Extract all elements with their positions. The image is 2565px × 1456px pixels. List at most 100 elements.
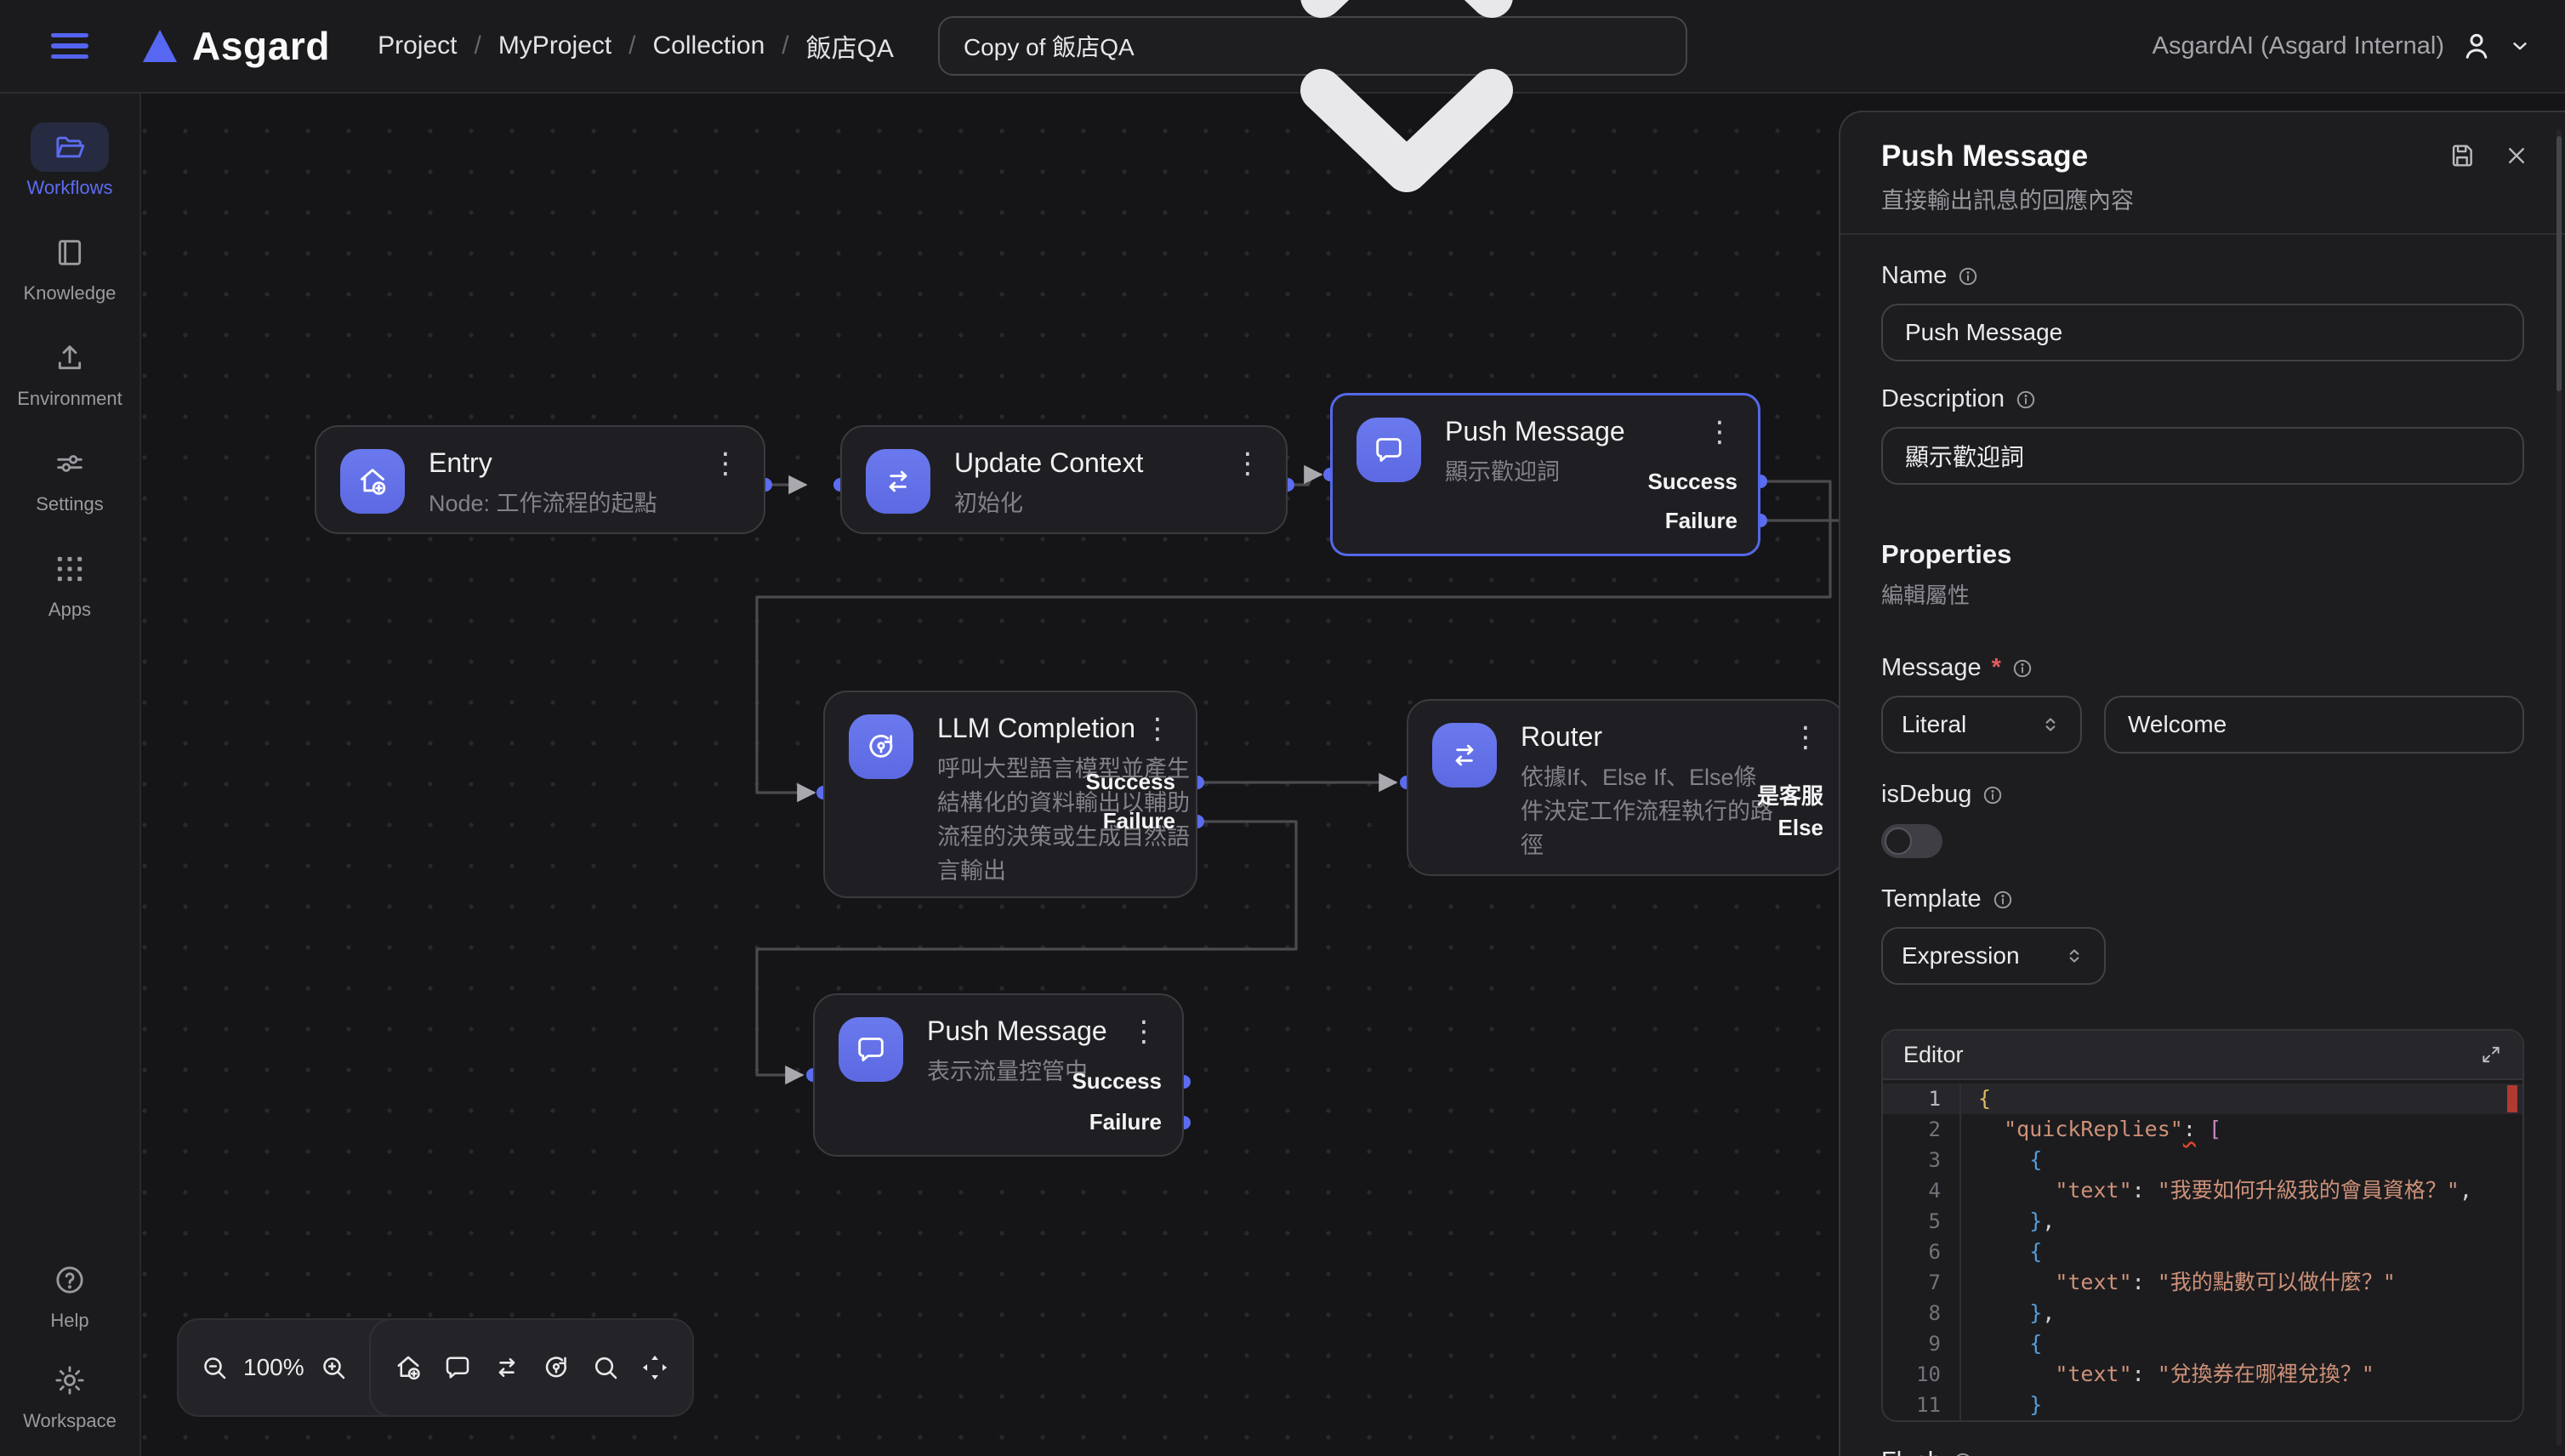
output-label: Else xyxy=(1778,815,1824,841)
select-chevrons-icon xyxy=(1152,0,1662,304)
node-push-message-welcome[interactable]: Push Message 顯示歡迎詞 ⋮ Success Failure xyxy=(1330,393,1760,556)
node-description: 依據If、Else If、Else條件決定工作流程執行的路徑 xyxy=(1521,760,1776,862)
node-router[interactable]: Router依據If、Else If、Else條件決定工作流程執行的路徑⋮是客服… xyxy=(1407,699,1846,876)
sidebar-item-environment[interactable]: Environment xyxy=(17,333,122,410)
sidebar-item-label: Workspace xyxy=(23,1410,117,1432)
sidebar-item-settings[interactable]: Settings xyxy=(17,439,122,515)
menu-icon[interactable] xyxy=(51,33,88,59)
node-update-context[interactable]: Update Context 初始化 ⋮ xyxy=(840,425,1288,534)
isdebug-label: isDebug xyxy=(1881,781,2524,809)
palette-move-icon[interactable] xyxy=(640,1352,670,1383)
sidebar-item-workspace[interactable]: Workspace xyxy=(23,1356,117,1432)
line-number: 6 xyxy=(1883,1237,1959,1267)
output-label: Success xyxy=(1647,469,1737,495)
properties-subtitle: 編輯屬性 xyxy=(1881,578,2524,610)
zoom-out-icon[interactable] xyxy=(199,1352,230,1383)
sidebar-item-apps[interactable]: Apps xyxy=(17,544,122,621)
brand-name: Asgard xyxy=(192,23,330,69)
message-label: Message * xyxy=(1881,654,2524,682)
error-marker xyxy=(2507,1085,2517,1112)
sidebar-item-help[interactable]: Help xyxy=(31,1255,109,1332)
node-entry[interactable]: EntryNode: 工作流程的起點⋮ xyxy=(315,425,765,534)
node-title: Push Message xyxy=(1445,416,1625,447)
palette-llm-icon[interactable] xyxy=(541,1352,572,1383)
node-description: 表示流量控管中 xyxy=(927,1055,1088,1089)
breadcrumb-item[interactable]: Collection xyxy=(653,31,765,60)
kebab-menu-icon[interactable]: ⋮ xyxy=(1705,418,1734,446)
palette-search-icon[interactable] xyxy=(590,1352,621,1383)
grid-icon xyxy=(53,552,87,586)
message-value-input[interactable] xyxy=(2104,696,2524,754)
line-number: 3 xyxy=(1883,1145,1959,1175)
message-type-select[interactable]: Literal xyxy=(1881,696,2082,754)
chat-icon xyxy=(839,1017,903,1082)
sidebar: Workflows Knowledge Environment Settings App… xyxy=(0,94,141,1456)
save-icon[interactable] xyxy=(2448,141,2477,170)
info-icon[interactable] xyxy=(1982,784,2004,806)
info-icon[interactable] xyxy=(1957,265,1979,287)
editor-title: Editor xyxy=(1903,1042,1964,1068)
info-icon[interactable] xyxy=(1992,889,2014,911)
info-icon[interactable] xyxy=(2015,389,2037,411)
info-icon[interactable] xyxy=(2011,657,2033,680)
panel-divider xyxy=(1840,233,2565,235)
breadcrumb-item[interactable]: 飯店QA xyxy=(806,27,894,65)
info-icon[interactable] xyxy=(1952,1451,1974,1456)
kebab-menu-icon[interactable]: ⋮ xyxy=(711,449,740,478)
asgard-logo-icon xyxy=(143,30,177,62)
sidebar-item-knowledge[interactable]: Knowledge xyxy=(17,228,122,304)
zoom-in-icon[interactable] xyxy=(318,1352,349,1383)
description-input[interactable] xyxy=(1881,427,2524,485)
palette-home-plus-icon[interactable] xyxy=(393,1352,424,1383)
sidebar-item-label: Help xyxy=(50,1310,88,1332)
editor-header: Editor xyxy=(1883,1031,2522,1080)
output-label: Success xyxy=(1085,769,1175,795)
line-number: 1 xyxy=(1883,1083,1959,1114)
node-title: Push Message xyxy=(927,1015,1107,1047)
expand-icon[interactable] xyxy=(2480,1044,2502,1066)
name-input[interactable] xyxy=(1881,304,2524,361)
sidebar-item-label: Knowledge xyxy=(24,282,117,304)
sidebar-item-label: Settings xyxy=(36,493,104,515)
book-icon xyxy=(53,236,87,270)
kebab-menu-icon[interactable]: ⋮ xyxy=(1129,1017,1158,1046)
chevron-down-icon[interactable] xyxy=(2509,35,2531,57)
panel-scrollbar-thumb[interactable] xyxy=(2556,136,2562,391)
chat-icon xyxy=(1356,418,1421,482)
top-header: Asgard Project/MyProject/Collection/飯店QA… xyxy=(0,0,2565,94)
isdebug-toggle[interactable] xyxy=(1881,824,1942,858)
breadcrumb-item[interactable]: MyProject xyxy=(498,31,611,60)
close-icon[interactable] xyxy=(2502,141,2531,170)
panel-header: Push Message 直接輸出訊息的回應內容 xyxy=(1840,112,2565,206)
sidebar-item-label: Workflows xyxy=(26,177,112,199)
line-number: 9 xyxy=(1883,1328,1959,1359)
node-llm-completion[interactable]: LLM Completion呼叫大型語言模型並產生結構化的資料輸出以輔助流程的決… xyxy=(823,691,1197,898)
workflow-version-dropdown[interactable]: Copy of 飯店QA xyxy=(938,16,1687,76)
breadcrumb-item[interactable]: Project xyxy=(378,31,457,60)
code-line: 9 { xyxy=(1883,1328,2522,1359)
breadcrumb-separator: / xyxy=(782,31,788,60)
template-select[interactable]: Expression xyxy=(1881,927,2106,985)
code-line: 10 "text": "兌換券在哪裡兌換？" xyxy=(1883,1359,2522,1390)
node-title: Update Context xyxy=(954,447,1143,479)
palette-chat-icon[interactable] xyxy=(442,1352,473,1383)
code-line: 3 { xyxy=(1883,1145,2522,1175)
palette-swap-icon[interactable] xyxy=(492,1352,522,1383)
kebab-menu-icon[interactable]: ⋮ xyxy=(1143,714,1172,743)
kebab-menu-icon[interactable]: ⋮ xyxy=(1233,449,1262,478)
upload-icon xyxy=(53,341,87,375)
code-line: 2 "quickReplies": [ xyxy=(1883,1114,2522,1145)
sidebar-item-workflows[interactable]: Workflows xyxy=(17,122,122,199)
output-label: Failure xyxy=(1665,508,1737,534)
node-description: 初始化 xyxy=(954,486,1023,520)
select-chevrons-icon xyxy=(2063,945,2085,967)
editor-body[interactable]: 1{2 "quickReplies": [3 {4 "text": "我要如何升… xyxy=(1883,1080,2522,1420)
node-description: 顯示歡迎詞 xyxy=(1445,455,1560,489)
code-editor: Editor 1{2 "quickReplies": [3 {4 "text":… xyxy=(1881,1029,2524,1422)
node-push-message-flow[interactable]: Push Message表示流量控管中⋮SuccessFailure xyxy=(813,993,1184,1157)
user-icon[interactable] xyxy=(2460,29,2494,63)
swap-icon xyxy=(1432,723,1497,788)
kebab-menu-icon[interactable]: ⋮ xyxy=(1791,723,1820,752)
line-number: 10 xyxy=(1883,1359,1959,1390)
properties-title: Properties xyxy=(1881,539,2524,570)
